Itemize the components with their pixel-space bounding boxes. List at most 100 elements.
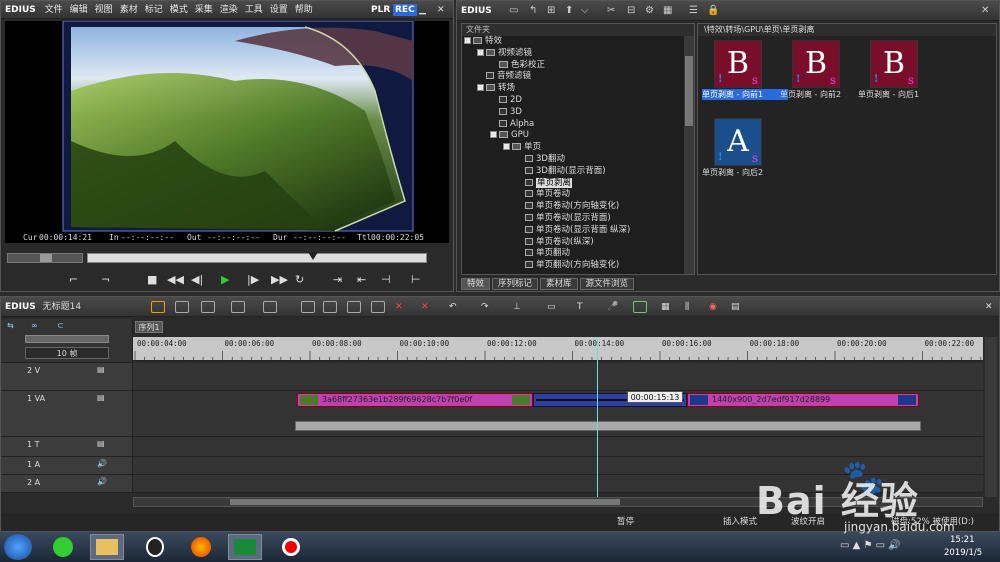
menu-item-6[interactable]: 采集: [195, 5, 213, 15]
track-1t-lane[interactable]: [133, 437, 983, 457]
panel-tab[interactable]: 序列标记: [492, 278, 539, 290]
tree-item[interactable]: 单页剥离: [464, 177, 694, 190]
tree-item[interactable]: 3D: [464, 107, 694, 119]
replace-icon[interactable]: [367, 297, 389, 317]
list-icon[interactable]: ☰: [689, 1, 698, 21]
overwrite-icon[interactable]: ⇤: [357, 273, 366, 286]
track-2a-lane[interactable]: [133, 475, 983, 493]
tree-item[interactable]: 2D: [464, 95, 694, 107]
mixer-icon[interactable]: ⫼: [685, 297, 689, 317]
taskbar-record-icon[interactable]: [274, 534, 308, 560]
expand-toggle-icon[interactable]: −: [503, 143, 510, 151]
new-folder-icon[interactable]: ⊞: [547, 1, 555, 21]
effect-thumbnail[interactable]: A! s 单页剥离 - 向后2: [702, 118, 788, 178]
zoom-select[interactable]: 10 帧: [25, 347, 109, 359]
tree-item[interactable]: 单页翻动: [464, 248, 694, 260]
folder-icon[interactable]: ▭: [509, 1, 518, 21]
taskbar-edius-icon[interactable]: [228, 534, 262, 560]
ripple-delete-icon[interactable]: ✕: [421, 297, 429, 317]
timeline-hscrollbar[interactable]: [133, 497, 983, 507]
track-header[interactable]: 1 A 🔊: [1, 457, 133, 475]
split-icon[interactable]: ⊥: [513, 297, 521, 317]
playhead-marker[interactable]: [308, 252, 318, 260]
panel-tab[interactable]: 源文件浏览: [579, 278, 635, 290]
menu-item-5[interactable]: 模式: [170, 5, 188, 15]
effect-thumbnail[interactable]: B! s 单页剥离 - 向前2: [780, 40, 866, 100]
redo-icon[interactable]: ↷: [481, 297, 489, 317]
tree-item[interactable]: − 单页: [464, 142, 694, 154]
step-back-icon[interactable]: ◀|: [191, 273, 203, 286]
new-sequence-icon[interactable]: [197, 297, 219, 317]
timeline-cursor-line[interactable]: [597, 337, 598, 497]
save-icon[interactable]: [259, 297, 281, 317]
position-slider[interactable]: [87, 252, 427, 263]
track-header[interactable]: 1 VA ▤: [1, 391, 133, 437]
volume-slider[interactable]: [25, 335, 109, 343]
taskbar-qq-icon[interactable]: [138, 534, 172, 560]
properties-icon[interactable]: ⚙: [645, 1, 654, 21]
tree-scrollbar[interactable]: [684, 36, 694, 274]
move-icon[interactable]: ⬆: [565, 1, 573, 21]
menu-item-1[interactable]: 编辑: [70, 5, 88, 15]
effect-thumbnail[interactable]: B! s 单页剥离 - 向前1: [702, 40, 788, 100]
effects-close-icon[interactable]: ✕: [981, 1, 989, 21]
undo-icon[interactable]: ↶: [449, 297, 457, 317]
track-1a-lane[interactable]: [133, 457, 983, 475]
rewind-icon[interactable]: ◀◀: [167, 273, 184, 286]
video-preview[interactable]: [5, 21, 449, 243]
tree-item[interactable]: Alpha: [464, 119, 694, 131]
track-header[interactable]: 2 A 🔊: [1, 475, 133, 493]
trim-icon[interactable]: ⊣: [381, 273, 391, 286]
paste-icon[interactable]: ⊟: [627, 1, 635, 21]
tree-item[interactable]: 3D翻动(显示背面): [464, 166, 694, 178]
track-toggle-icon[interactable]: ▤: [97, 439, 105, 448]
tray-icons[interactable]: ▭ ▲ ⚑ ▭ 🔊: [840, 540, 901, 551]
track-2v-lane[interactable]: [133, 363, 983, 391]
tree-item[interactable]: 单页翻动(方向轴变化): [464, 260, 694, 272]
expand-toggle-icon[interactable]: −: [477, 84, 484, 92]
window-minimize-icon[interactable]: ▁: [419, 1, 426, 19]
lock-icon[interactable]: 🔒: [707, 1, 719, 21]
track-toggle-icon[interactable]: 🔊: [97, 477, 107, 486]
start-button[interactable]: [4, 534, 32, 560]
menu-item-4[interactable]: 标记: [145, 5, 163, 15]
tree-item[interactable]: 单页卷动(纵深): [464, 237, 694, 249]
panel-tab[interactable]: 特效: [461, 278, 491, 290]
link-icon[interactable]: ∞: [31, 321, 38, 330]
up-icon[interactable]: ↰: [529, 1, 537, 21]
timeline-vscrollbar[interactable]: [985, 337, 997, 497]
copy-icon[interactable]: ✂: [607, 1, 615, 21]
plr-button[interactable]: PLR: [371, 1, 390, 19]
tree-item[interactable]: − 转场: [464, 83, 694, 95]
expand-toggle-icon[interactable]: −: [464, 37, 471, 44]
insert-icon[interactable]: ⇥: [333, 273, 342, 286]
tree-item[interactable]: − GPU: [464, 130, 694, 142]
track-header[interactable]: 1 T ▤: [1, 437, 133, 457]
fast-forward-icon[interactable]: ▶▶: [271, 273, 288, 286]
tree-item[interactable]: 单页卷动(显示背面): [464, 213, 694, 225]
view-icon[interactable]: ▦: [663, 1, 672, 21]
expand-toggle-icon[interactable]: −: [490, 131, 497, 139]
play-icon[interactable]: ▶: [221, 273, 229, 286]
open-icon[interactable]: [227, 297, 249, 317]
loop-icon[interactable]: ↻: [295, 273, 304, 286]
panel-tab[interactable]: 素材库: [540, 278, 578, 290]
track-toggle-icon[interactable]: ▤: [97, 365, 105, 374]
cut-clip-icon[interactable]: [297, 297, 319, 317]
menu-item-3[interactable]: 素材: [120, 5, 138, 15]
menu-item-10[interactable]: 帮助: [295, 5, 313, 15]
tree-item[interactable]: 3D翻动: [464, 154, 694, 166]
group-icon[interactable]: ⊂: [57, 321, 64, 330]
time-ruler[interactable]: 00:00:04:00 00:00:06:00 00:00:08:00 00:00:1…: [133, 337, 983, 361]
window-close-icon[interactable]: ✕: [437, 1, 445, 19]
menu-item-8[interactable]: 工具: [245, 5, 263, 15]
transition-icon[interactable]: ▭: [547, 297, 556, 317]
tree-item[interactable]: 音频滤镜: [464, 71, 694, 83]
menu-item-7[interactable]: 渲染: [220, 5, 238, 15]
step-forward-icon[interactable]: |▶: [247, 273, 259, 286]
menu-item-0[interactable]: 文件: [45, 5, 63, 15]
set-out-icon[interactable]: ¬: [101, 273, 110, 286]
track-1va-lane[interactable]: 3a68ff27363e1b289f69628c7b7f0e0f 1440x90…: [133, 391, 983, 437]
track-header[interactable]: 2 V ▤: [1, 363, 133, 391]
copy-clip-icon[interactable]: [319, 297, 341, 317]
